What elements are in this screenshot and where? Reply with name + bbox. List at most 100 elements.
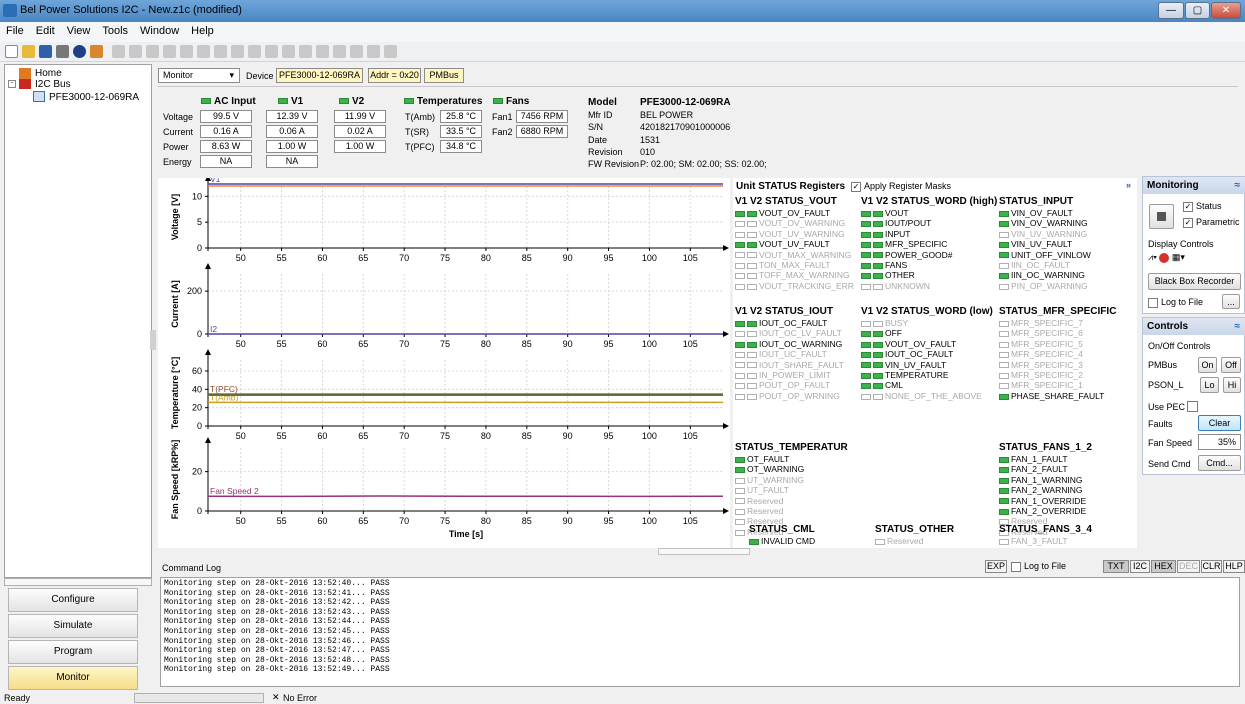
- status-bit: PHASE_SHARE_FAULT: [999, 391, 1116, 401]
- horizontal-splitter[interactable]: [658, 548, 750, 555]
- collapse-up-icon: ≈: [1234, 321, 1241, 332]
- status-led-icon: [999, 393, 1009, 400]
- log-to-file-toggle[interactable]: Log to File: [1011, 561, 1066, 572]
- clear-faults-button[interactable]: Clear: [1198, 415, 1241, 431]
- open-folder-icon[interactable]: [22, 45, 35, 58]
- onoff-controls-label: On/Off Controls: [1148, 341, 1211, 351]
- display-controls-label: Display Controls: [1148, 239, 1214, 249]
- menu-tools[interactable]: Tools: [96, 22, 134, 40]
- status-led-icon: [873, 210, 883, 217]
- status-led-icon: [873, 320, 883, 327]
- x-tick-label: 50: [236, 339, 246, 349]
- tree-home[interactable]: Home: [35, 68, 62, 79]
- tree-splitter[interactable]: [4, 578, 152, 586]
- maximize-button[interactable]: ▢: [1185, 2, 1210, 19]
- disabled-tool-icon: [231, 45, 244, 58]
- status-led-icon: [999, 273, 1009, 280]
- status-led-icon: [873, 241, 883, 248]
- menu-edit[interactable]: Edit: [30, 22, 61, 40]
- status-led-icon: [873, 252, 883, 259]
- status-led-icon: [873, 393, 883, 400]
- fan-speed-field[interactable]: 35%: [1198, 434, 1241, 450]
- new-file-icon[interactable]: [5, 45, 18, 58]
- status-led-icon: [873, 221, 883, 228]
- status-bit: Reserved: [735, 496, 848, 506]
- y-tick-label: 20: [192, 467, 202, 477]
- txt-button[interactable]: TXT: [1103, 560, 1129, 573]
- series-label: I2: [210, 324, 217, 334]
- status-led-icon: [873, 362, 883, 369]
- save-icon[interactable]: [39, 45, 52, 58]
- pson-lo-button[interactable]: Lo: [1200, 377, 1219, 393]
- minimize-button[interactable]: —: [1158, 2, 1184, 19]
- status-registers-title: Unit STATUS Registers: [736, 181, 846, 192]
- monitor-button[interactable]: Monitor: [8, 666, 138, 690]
- black-box-recorder-button[interactable]: Black Box Recorder: [1148, 273, 1241, 290]
- use-pec-checkbox[interactable]: [1187, 401, 1198, 412]
- menu-file[interactable]: File: [0, 22, 30, 40]
- hlp-button[interactable]: HLP: [1223, 560, 1245, 573]
- fan1-value: 7456 RPM: [516, 110, 568, 123]
- tree-i2c-bus[interactable]: I2C Bus: [35, 79, 71, 90]
- status-input: STATUS_INPUT VIN_OV_FAULT VIN_OV_WARNING VI…: [999, 195, 1091, 291]
- status-ready: Ready: [4, 693, 31, 703]
- command-log[interactable]: Monitoring step on 28-Okt-2016 13:52:40.…: [160, 577, 1240, 687]
- log-line: Monitoring step on 28-Okt-2016 13:52:44.…: [164, 617, 390, 627]
- status-error: No Error: [283, 693, 318, 703]
- info-icon[interactable]: [73, 45, 86, 58]
- menu-help[interactable]: Help: [185, 22, 220, 40]
- hex-button[interactable]: HEX: [1151, 560, 1176, 573]
- disabled-tool-icon: [146, 45, 159, 58]
- menu-view[interactable]: View: [61, 22, 97, 40]
- log-to-file-checkbox[interactable]: Log to File: [1148, 297, 1203, 308]
- series-label: T(Amb): [210, 392, 239, 402]
- v1-power: 1.00 W: [266, 140, 318, 153]
- use-pec-label: Use PEC: [1148, 402, 1186, 412]
- charts-svg: 50 55 60 65 70 75 80 85 90 95 100 105 0 5 10 Voltage [V…: [170, 174, 729, 539]
- apply-masks-checkbox[interactable]: ✓ Apply Register Masks: [851, 181, 951, 192]
- status-led-icon: [999, 467, 1009, 474]
- program-button[interactable]: Program: [8, 640, 138, 664]
- y-axis-arrow: [205, 263, 211, 269]
- print-icon[interactable]: [56, 45, 69, 58]
- status-led-icon: [861, 331, 871, 338]
- tree-device[interactable]: PFE3000-12-069RA: [49, 92, 139, 103]
- status-led-icon: [747, 372, 757, 379]
- x-tick-label: 75: [440, 431, 450, 441]
- clr-button[interactable]: CLR: [1201, 560, 1222, 573]
- menu-window[interactable]: Window: [134, 22, 185, 40]
- mode-select[interactable]: Monitor ▾: [158, 68, 240, 83]
- pane-splitter[interactable]: [150, 330, 156, 350]
- disabled-tool-icon: [180, 45, 193, 58]
- collapse-icon[interactable]: »: [1126, 180, 1131, 190]
- y-axis-arrow: [205, 349, 211, 355]
- status-checkbox[interactable]: ✓ Status: [1183, 201, 1222, 212]
- i2c-button[interactable]: I2C: [1130, 560, 1150, 573]
- status-led-icon: [747, 331, 757, 338]
- exp-button[interactable]: EXP: [985, 560, 1007, 573]
- x-tick-label: 60: [317, 516, 327, 526]
- pmbus-off-button[interactable]: Off: [1221, 357, 1241, 373]
- settings-icon[interactable]: [90, 45, 103, 58]
- log-line: Monitoring step on 28-Okt-2016 13:52:40.…: [164, 579, 390, 588]
- parametric-checkbox[interactable]: ✓ Parametric: [1183, 217, 1240, 228]
- cmd-button[interactable]: Cmd...: [1198, 455, 1241, 471]
- ac-input-title: AC Input: [201, 96, 256, 107]
- pmbus-on-button[interactable]: On: [1198, 357, 1217, 373]
- stop-button[interactable]: [1149, 204, 1174, 229]
- configure-button[interactable]: Configure: [8, 588, 138, 612]
- pson-hi-button[interactable]: Hi: [1223, 377, 1241, 393]
- browse-button[interactable]: ...: [1222, 294, 1240, 309]
- close-button[interactable]: ✕: [1211, 2, 1241, 19]
- series-label: V1: [210, 178, 221, 184]
- y-axis-label: Current [A]: [170, 280, 180, 328]
- simulate-button[interactable]: Simulate: [8, 614, 138, 638]
- status-led-icon: [747, 393, 757, 400]
- register-title: STATUS_INPUT: [999, 196, 1074, 207]
- dec-button[interactable]: DEC: [1177, 560, 1200, 573]
- log-line: Monitoring step on 28-Okt-2016 13:52:46.…: [164, 636, 390, 646]
- x-tick-label: 90: [563, 431, 573, 441]
- status-bit: IOUT_OC_FAULT: [735, 318, 844, 328]
- display-icons[interactable]: ⩘▾ ▦▾: [1148, 252, 1185, 263]
- log-line: Monitoring step on 28-Okt-2016 13:52:42.…: [164, 598, 390, 608]
